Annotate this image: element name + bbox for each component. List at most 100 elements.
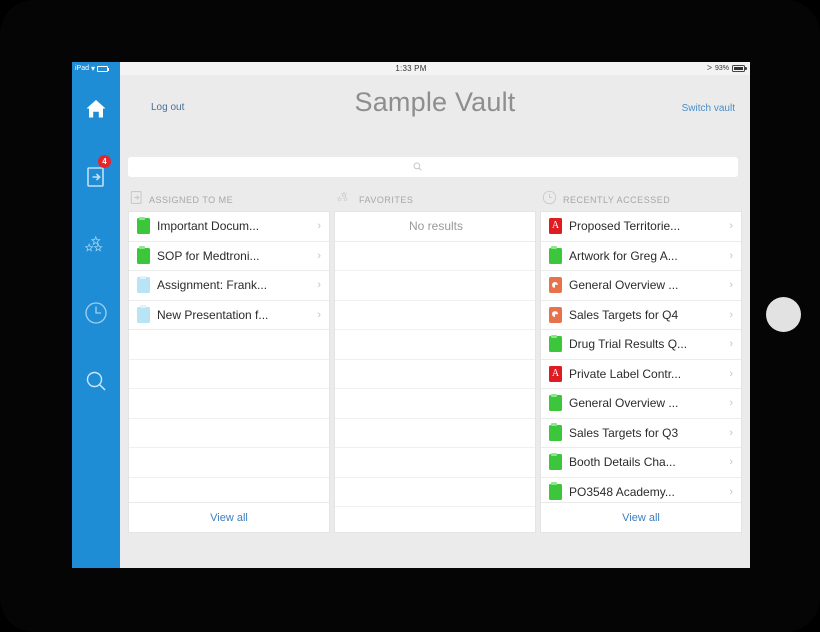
list-item-placeholder bbox=[335, 389, 535, 419]
view-all-button-assigned-to-me[interactable]: View all bbox=[129, 502, 329, 532]
sidebar-item-assigned-to-me[interactable]: 4 bbox=[72, 143, 120, 211]
list-item-placeholder bbox=[129, 389, 329, 419]
list-item-placeholder bbox=[335, 301, 535, 330]
home-button[interactable] bbox=[766, 297, 801, 332]
stars-icon bbox=[83, 234, 109, 256]
columns-container: ASSIGNED TO ME Important Docum... › SOP for… bbox=[128, 189, 742, 533]
sidebar: 4 bbox=[72, 75, 120, 568]
sidebar-item-home[interactable] bbox=[72, 75, 120, 143]
column-header-label: RECENTLY ACCESSED bbox=[563, 195, 671, 205]
list-item-placeholder bbox=[335, 271, 535, 301]
doc-file-icon bbox=[137, 305, 150, 323]
list-item[interactable]: Private Label Contr... › bbox=[541, 360, 741, 389]
list-item-placeholder bbox=[335, 330, 535, 360]
switch-vault-button[interactable]: Switch vault bbox=[682, 103, 735, 114]
list-item[interactable]: SOP for Medtroni... › bbox=[129, 242, 329, 271]
chevron-right-icon: › bbox=[317, 308, 321, 321]
main-content: Log out Sample Vault Switch vault ASSIGN… bbox=[120, 75, 750, 568]
list-item[interactable]: Artwork for Greg A... › bbox=[541, 242, 741, 271]
list-item-label: PO3548 Academy... bbox=[569, 484, 675, 499]
xls-file-icon bbox=[549, 334, 562, 353]
list-item-label: Private Label Contr... bbox=[569, 366, 682, 381]
list-item-placeholder bbox=[129, 360, 329, 389]
list-item-label: Artwork for Greg A... bbox=[569, 248, 678, 263]
column-header-assigned-to-me: ASSIGNED TO ME bbox=[128, 189, 330, 211]
list-item[interactable]: Proposed Territorie... › bbox=[541, 212, 741, 242]
chevron-right-icon: › bbox=[729, 397, 733, 410]
list-item-label: Assignment: Frank... bbox=[157, 278, 268, 293]
list-item-label: Sales Targets for Q3 bbox=[569, 425, 679, 440]
chevron-right-icon: › bbox=[729, 279, 733, 292]
list-item[interactable]: Booth Details Cha... › bbox=[541, 448, 741, 478]
column-card-favorites: No results bbox=[334, 211, 536, 533]
battery-percent-label: 93% bbox=[714, 64, 729, 72]
list-item-label: General Overview ... bbox=[569, 278, 679, 293]
search-icon bbox=[84, 369, 108, 393]
xls-file-icon bbox=[549, 482, 562, 500]
clock-icon bbox=[84, 301, 108, 325]
pdf-file-icon bbox=[549, 218, 562, 235]
sidebar-item-search[interactable] bbox=[72, 347, 120, 415]
list-item-placeholder bbox=[129, 419, 329, 448]
list-item-placeholder bbox=[335, 448, 535, 478]
view-all-button-recently-accessed[interactable]: View all bbox=[541, 502, 741, 532]
chevron-right-icon: › bbox=[729, 426, 733, 439]
sidebar-item-recent[interactable] bbox=[72, 279, 120, 347]
doc-file-icon bbox=[137, 275, 150, 294]
clock-icon bbox=[542, 190, 557, 210]
column-header-label: ASSIGNED TO ME bbox=[149, 195, 234, 205]
assigned-document-icon bbox=[130, 190, 143, 210]
column-card-recently-accessed: Proposed Territorie...›Artwork for Greg … bbox=[540, 211, 742, 533]
list-item[interactable]: General Overview ... › bbox=[541, 389, 741, 419]
column-list-recently-accessed: Proposed Territorie...›Artwork for Greg … bbox=[541, 212, 741, 507]
column-favorites: FAVORITES No results bbox=[334, 189, 536, 533]
list-item-placeholder bbox=[335, 360, 535, 389]
column-list-assigned-to-me: Important Docum... › SOP for Medtroni... › A… bbox=[129, 212, 329, 507]
list-item[interactable]: General Overview ... › bbox=[541, 271, 741, 301]
column-header-recently-accessed: RECENTLY ACCESSED bbox=[540, 189, 742, 211]
list-item[interactable]: Drug Trial Results Q... › bbox=[541, 330, 741, 360]
assigned-document-icon bbox=[86, 166, 106, 188]
list-item-label: New Presentation f... bbox=[157, 307, 269, 322]
column-list-favorites: No results bbox=[335, 212, 535, 507]
status-bar-clock: 1:33 PM bbox=[395, 64, 427, 73]
assigned-badge: 4 bbox=[98, 155, 111, 168]
list-item-label: Booth Details Cha... bbox=[569, 455, 676, 470]
list-item[interactable]: Sales Targets for Q3 › bbox=[541, 419, 741, 448]
chevron-right-icon: › bbox=[729, 249, 733, 262]
chevron-right-icon: › bbox=[729, 220, 733, 233]
list-item-placeholder bbox=[335, 419, 535, 448]
list-item[interactable]: Important Docum... › bbox=[129, 212, 329, 242]
list-item-label: Drug Trial Results Q... bbox=[569, 337, 688, 352]
column-assigned-to-me: ASSIGNED TO ME Important Docum... › SOP for… bbox=[128, 189, 330, 533]
ppt-file-icon bbox=[549, 277, 562, 294]
list-item[interactable]: New Presentation f... › bbox=[129, 301, 329, 330]
column-card-assigned-to-me: Important Docum... › SOP for Medtroni... › A… bbox=[128, 211, 330, 533]
search-bar[interactable] bbox=[128, 157, 738, 177]
list-item[interactable]: Assignment: Frank... › bbox=[129, 271, 329, 301]
tablet-screen: iPad ▾ 1:33 PM ᐳ 93% 4 Log out Sample Va… bbox=[72, 62, 750, 568]
chevron-right-icon: › bbox=[317, 279, 321, 292]
list-item-label: SOP for Medtroni... bbox=[157, 248, 260, 263]
list-item-placeholder bbox=[129, 330, 329, 360]
column-header-favorites: FAVORITES bbox=[334, 189, 536, 211]
xls-file-icon bbox=[549, 246, 562, 264]
list-item-label: Important Docum... bbox=[157, 219, 260, 234]
battery-icon bbox=[732, 64, 747, 72]
column-header-label: FAVORITES bbox=[359, 195, 414, 205]
status-bar-right: ᐳ 93% bbox=[707, 64, 747, 72]
xls-file-icon bbox=[137, 216, 150, 235]
list-item-placeholder bbox=[129, 448, 329, 478]
pdf-file-icon bbox=[549, 365, 562, 382]
list-item[interactable]: Sales Targets for Q4 › bbox=[541, 301, 741, 330]
tablet-device: iPad ▾ 1:33 PM ᐳ 93% 4 Log out Sample Va… bbox=[0, 0, 820, 632]
home-icon bbox=[85, 99, 107, 119]
chevron-right-icon: › bbox=[729, 456, 733, 469]
stars-icon bbox=[336, 190, 353, 210]
chevron-right-icon: › bbox=[729, 367, 733, 380]
search-input[interactable] bbox=[128, 157, 738, 177]
top-bar: Log out Sample Vault Switch vault bbox=[120, 75, 750, 127]
page-title: Sample Vault bbox=[354, 87, 516, 117]
chevron-right-icon: › bbox=[729, 485, 733, 498]
sidebar-item-favorites[interactable] bbox=[72, 211, 120, 279]
